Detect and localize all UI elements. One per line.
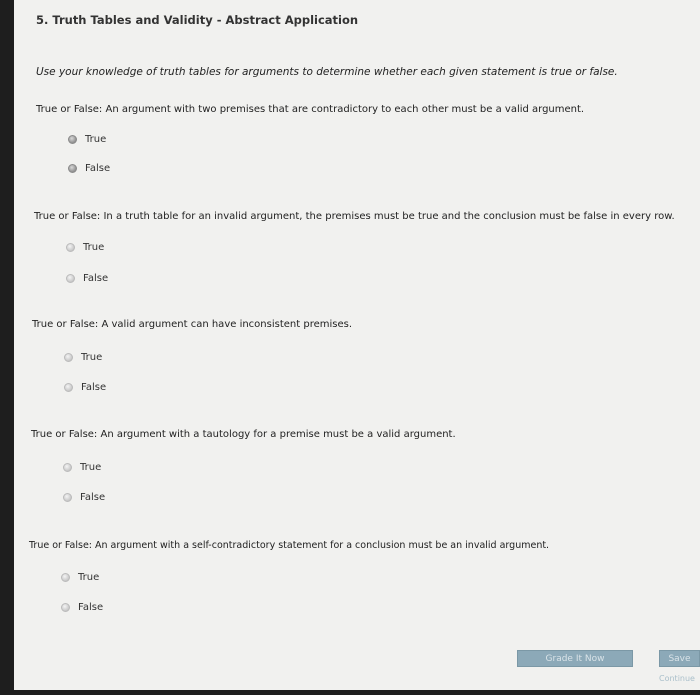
q5-option-false[interactable]: False xyxy=(61,602,103,613)
option-label: True xyxy=(85,134,107,145)
page-title: 5. Truth Tables and Validity - Abstract … xyxy=(36,13,359,27)
option-label: False xyxy=(83,273,109,284)
grade-it-now-button[interactable]: Grade It Now xyxy=(517,650,633,667)
question-1: True or False: An argument with two prem… xyxy=(36,104,585,115)
question-4: True or False: An argument with a tautol… xyxy=(31,429,456,440)
radio-icon[interactable] xyxy=(63,493,72,502)
q1-option-true[interactable]: True xyxy=(68,134,106,145)
radio-icon[interactable] xyxy=(61,603,70,612)
option-label: False xyxy=(80,492,106,503)
q3-option-true[interactable]: True xyxy=(64,352,102,363)
option-label: True xyxy=(78,572,100,583)
radio-icon[interactable] xyxy=(64,353,73,362)
save-button[interactable]: Save xyxy=(659,650,700,667)
q4-option-false[interactable]: False xyxy=(63,492,105,503)
option-label: True xyxy=(83,242,105,253)
q2-option-false[interactable]: False xyxy=(66,273,108,284)
question-3: True or False: A valid argument can have… xyxy=(32,319,353,330)
assignment-page: 5. Truth Tables and Validity - Abstract … xyxy=(14,0,700,690)
q4-option-true[interactable]: True xyxy=(63,462,101,473)
radio-icon[interactable] xyxy=(66,243,75,252)
instructions: Use your knowledge of truth tables for a… xyxy=(36,66,618,78)
option-label: True xyxy=(81,352,103,363)
q5-option-true[interactable]: True xyxy=(61,572,99,583)
q2-option-true[interactable]: True xyxy=(66,242,104,253)
radio-icon[interactable] xyxy=(66,274,75,283)
option-label: False xyxy=(81,382,107,393)
radio-icon[interactable] xyxy=(64,383,73,392)
q3-option-false[interactable]: False xyxy=(64,382,106,393)
continue-link[interactable]: Continue xyxy=(659,674,695,683)
radio-icon[interactable] xyxy=(68,164,77,173)
radio-icon[interactable] xyxy=(68,135,77,144)
q1-option-false[interactable]: False xyxy=(68,163,110,174)
radio-icon[interactable] xyxy=(63,463,72,472)
question-5: True or False: An argument with a self-c… xyxy=(29,540,550,551)
option-label: False xyxy=(85,163,111,174)
question-2: True or False: In a truth table for an i… xyxy=(34,211,675,222)
option-label: True xyxy=(80,462,102,473)
radio-icon[interactable] xyxy=(61,573,70,582)
option-label: False xyxy=(78,602,104,613)
